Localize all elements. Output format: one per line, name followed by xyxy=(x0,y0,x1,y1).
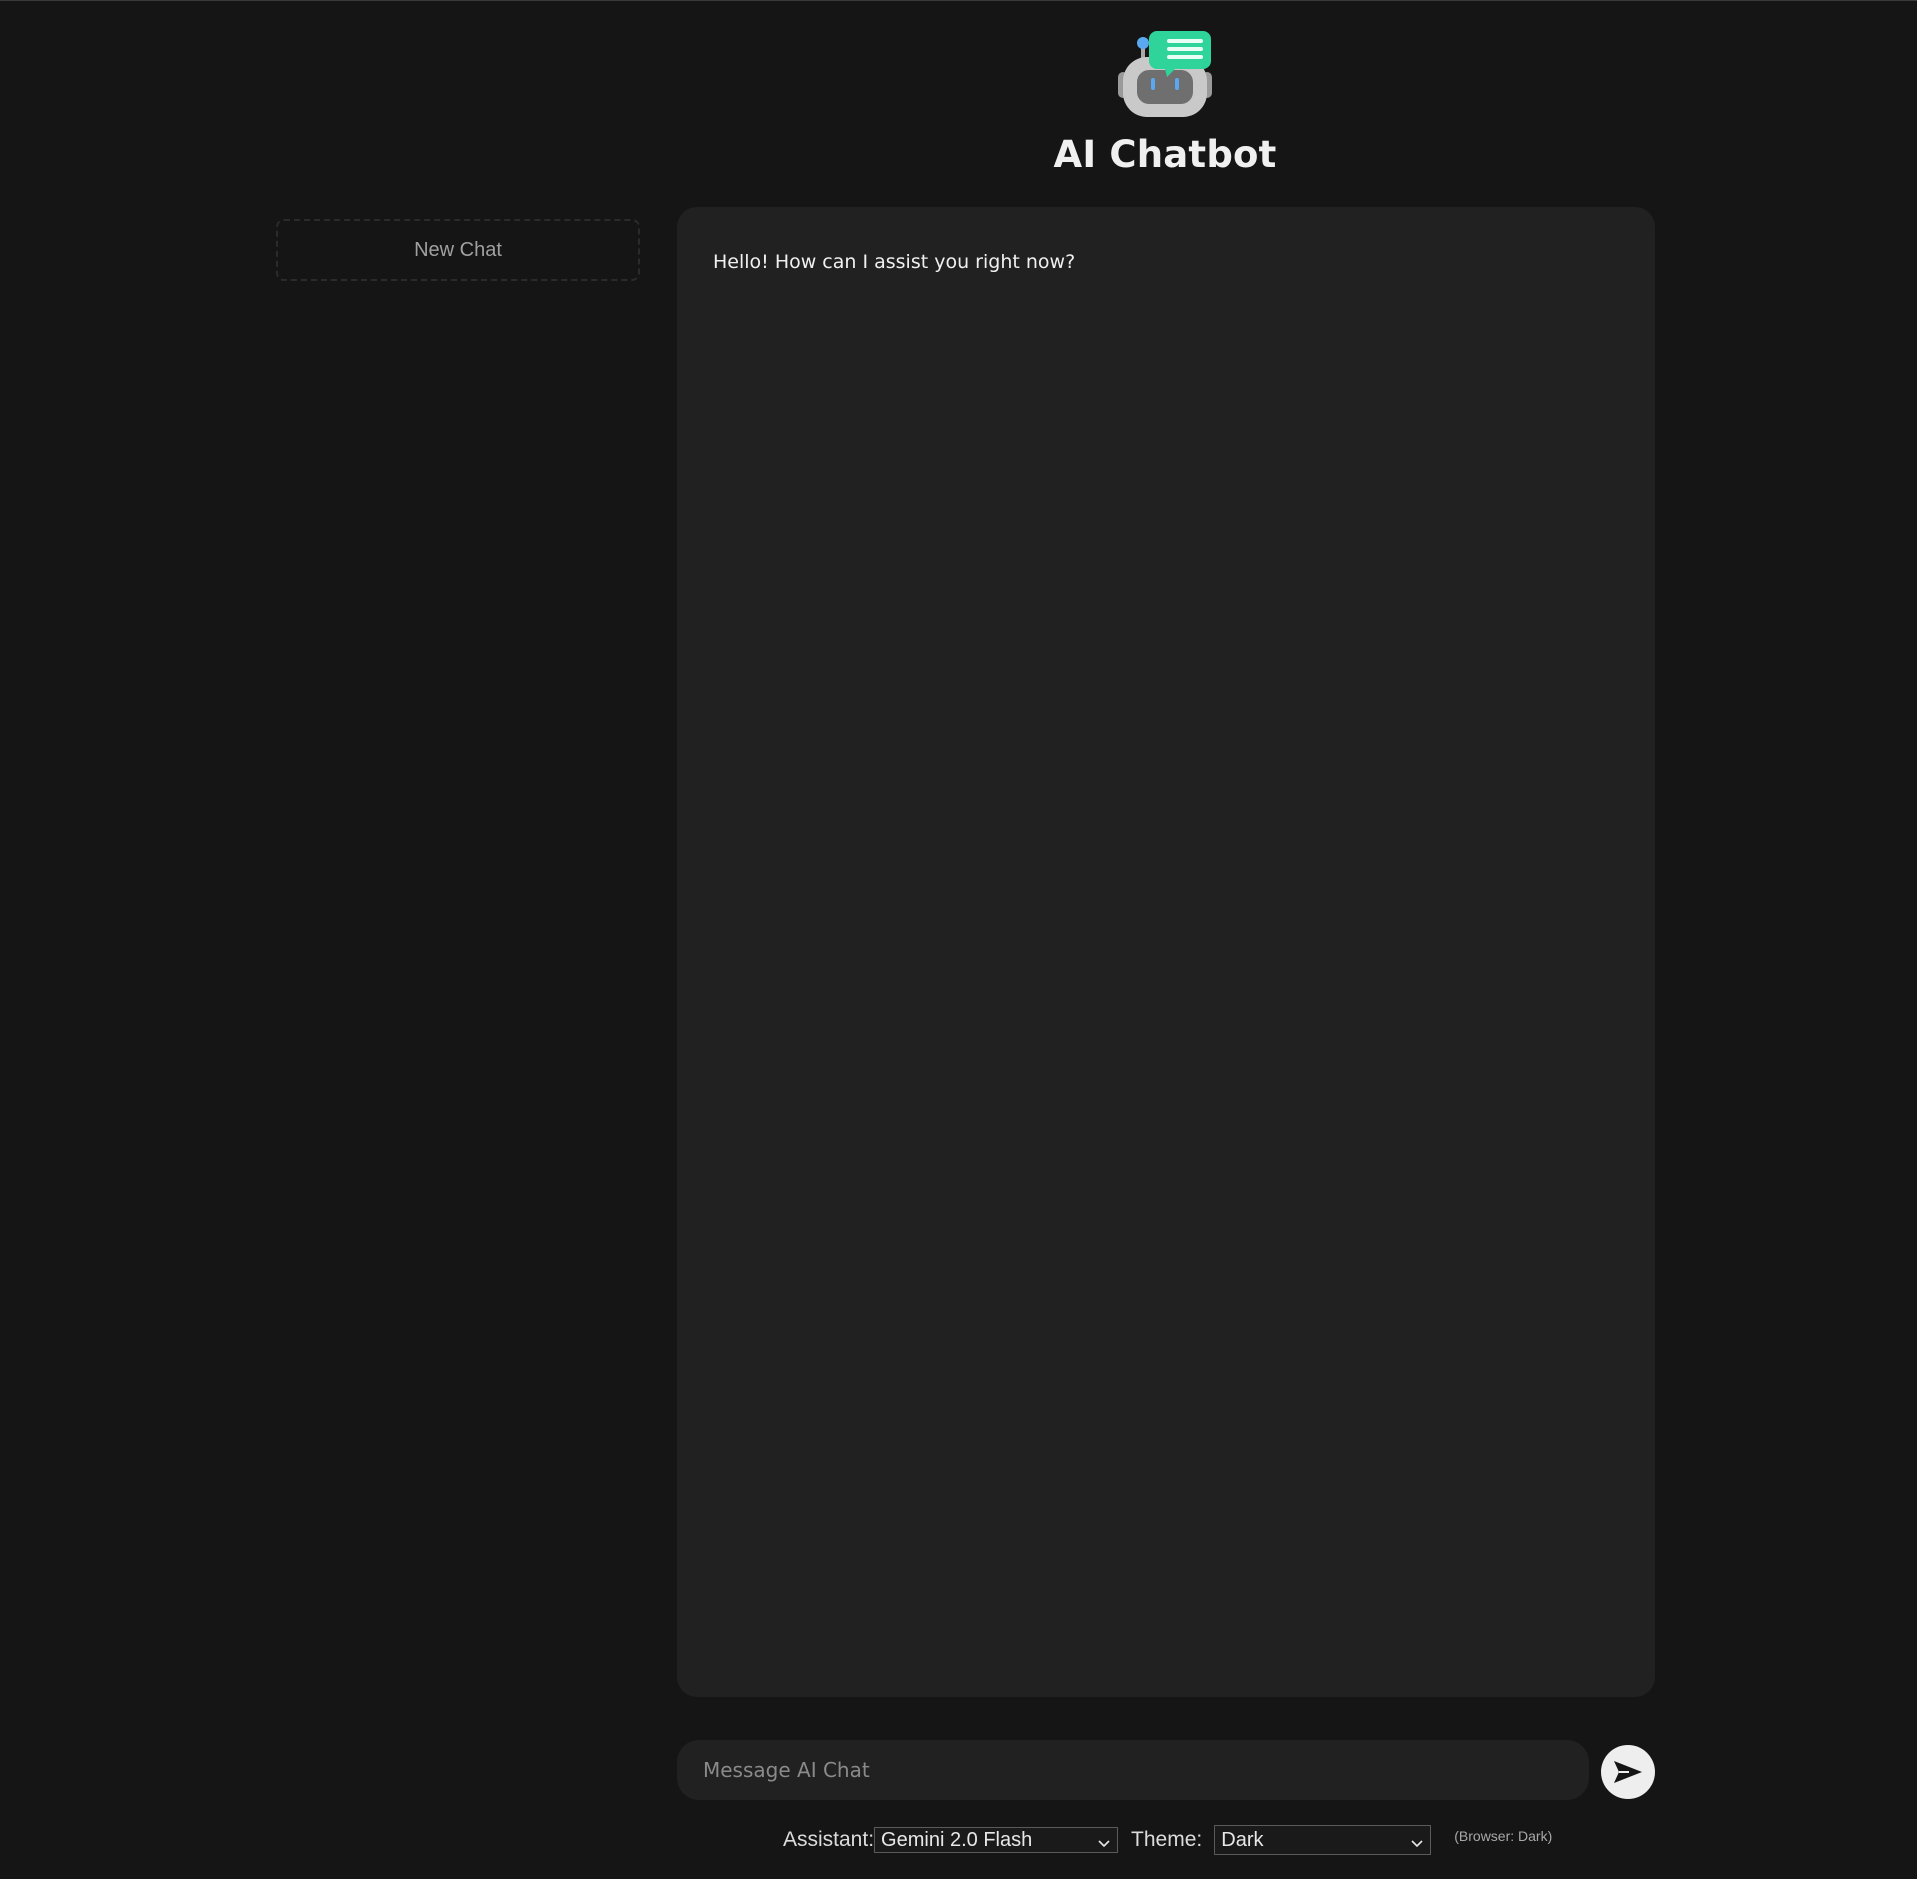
settings-bar: Assistant: Gemini 2.0 Flash Theme: Dark … xyxy=(783,1824,1552,1856)
message-composer xyxy=(677,1740,1589,1800)
chevron-down-icon xyxy=(1410,1833,1424,1848)
theme-select-value: Dark xyxy=(1221,1828,1264,1851)
theme-label: Theme: xyxy=(1131,1828,1203,1851)
assistant-select[interactable]: Gemini 2.0 Flash xyxy=(874,1827,1119,1853)
top-border xyxy=(0,0,1917,1)
message-input[interactable] xyxy=(677,1740,1589,1800)
chat-messages-panel: Hello! How can I assist you right now? xyxy=(677,207,1655,1697)
send-button[interactable] xyxy=(1601,1745,1655,1799)
chevron-down-icon xyxy=(1097,1833,1111,1848)
robot-chat-icon xyxy=(1117,27,1213,119)
assistant-select-value: Gemini 2.0 Flash xyxy=(881,1828,1033,1851)
browser-theme-note: (Browser: Dark) xyxy=(1454,1828,1553,1844)
app-title: AI Chatbot xyxy=(1053,133,1277,176)
theme-select[interactable]: Dark xyxy=(1214,1825,1432,1855)
assistant-label: Assistant: xyxy=(783,1828,875,1851)
new-chat-button[interactable]: New Chat xyxy=(276,219,640,281)
send-arrow-icon xyxy=(1613,1759,1643,1785)
assistant-message: Hello! How can I assist you right now? xyxy=(713,251,1076,273)
